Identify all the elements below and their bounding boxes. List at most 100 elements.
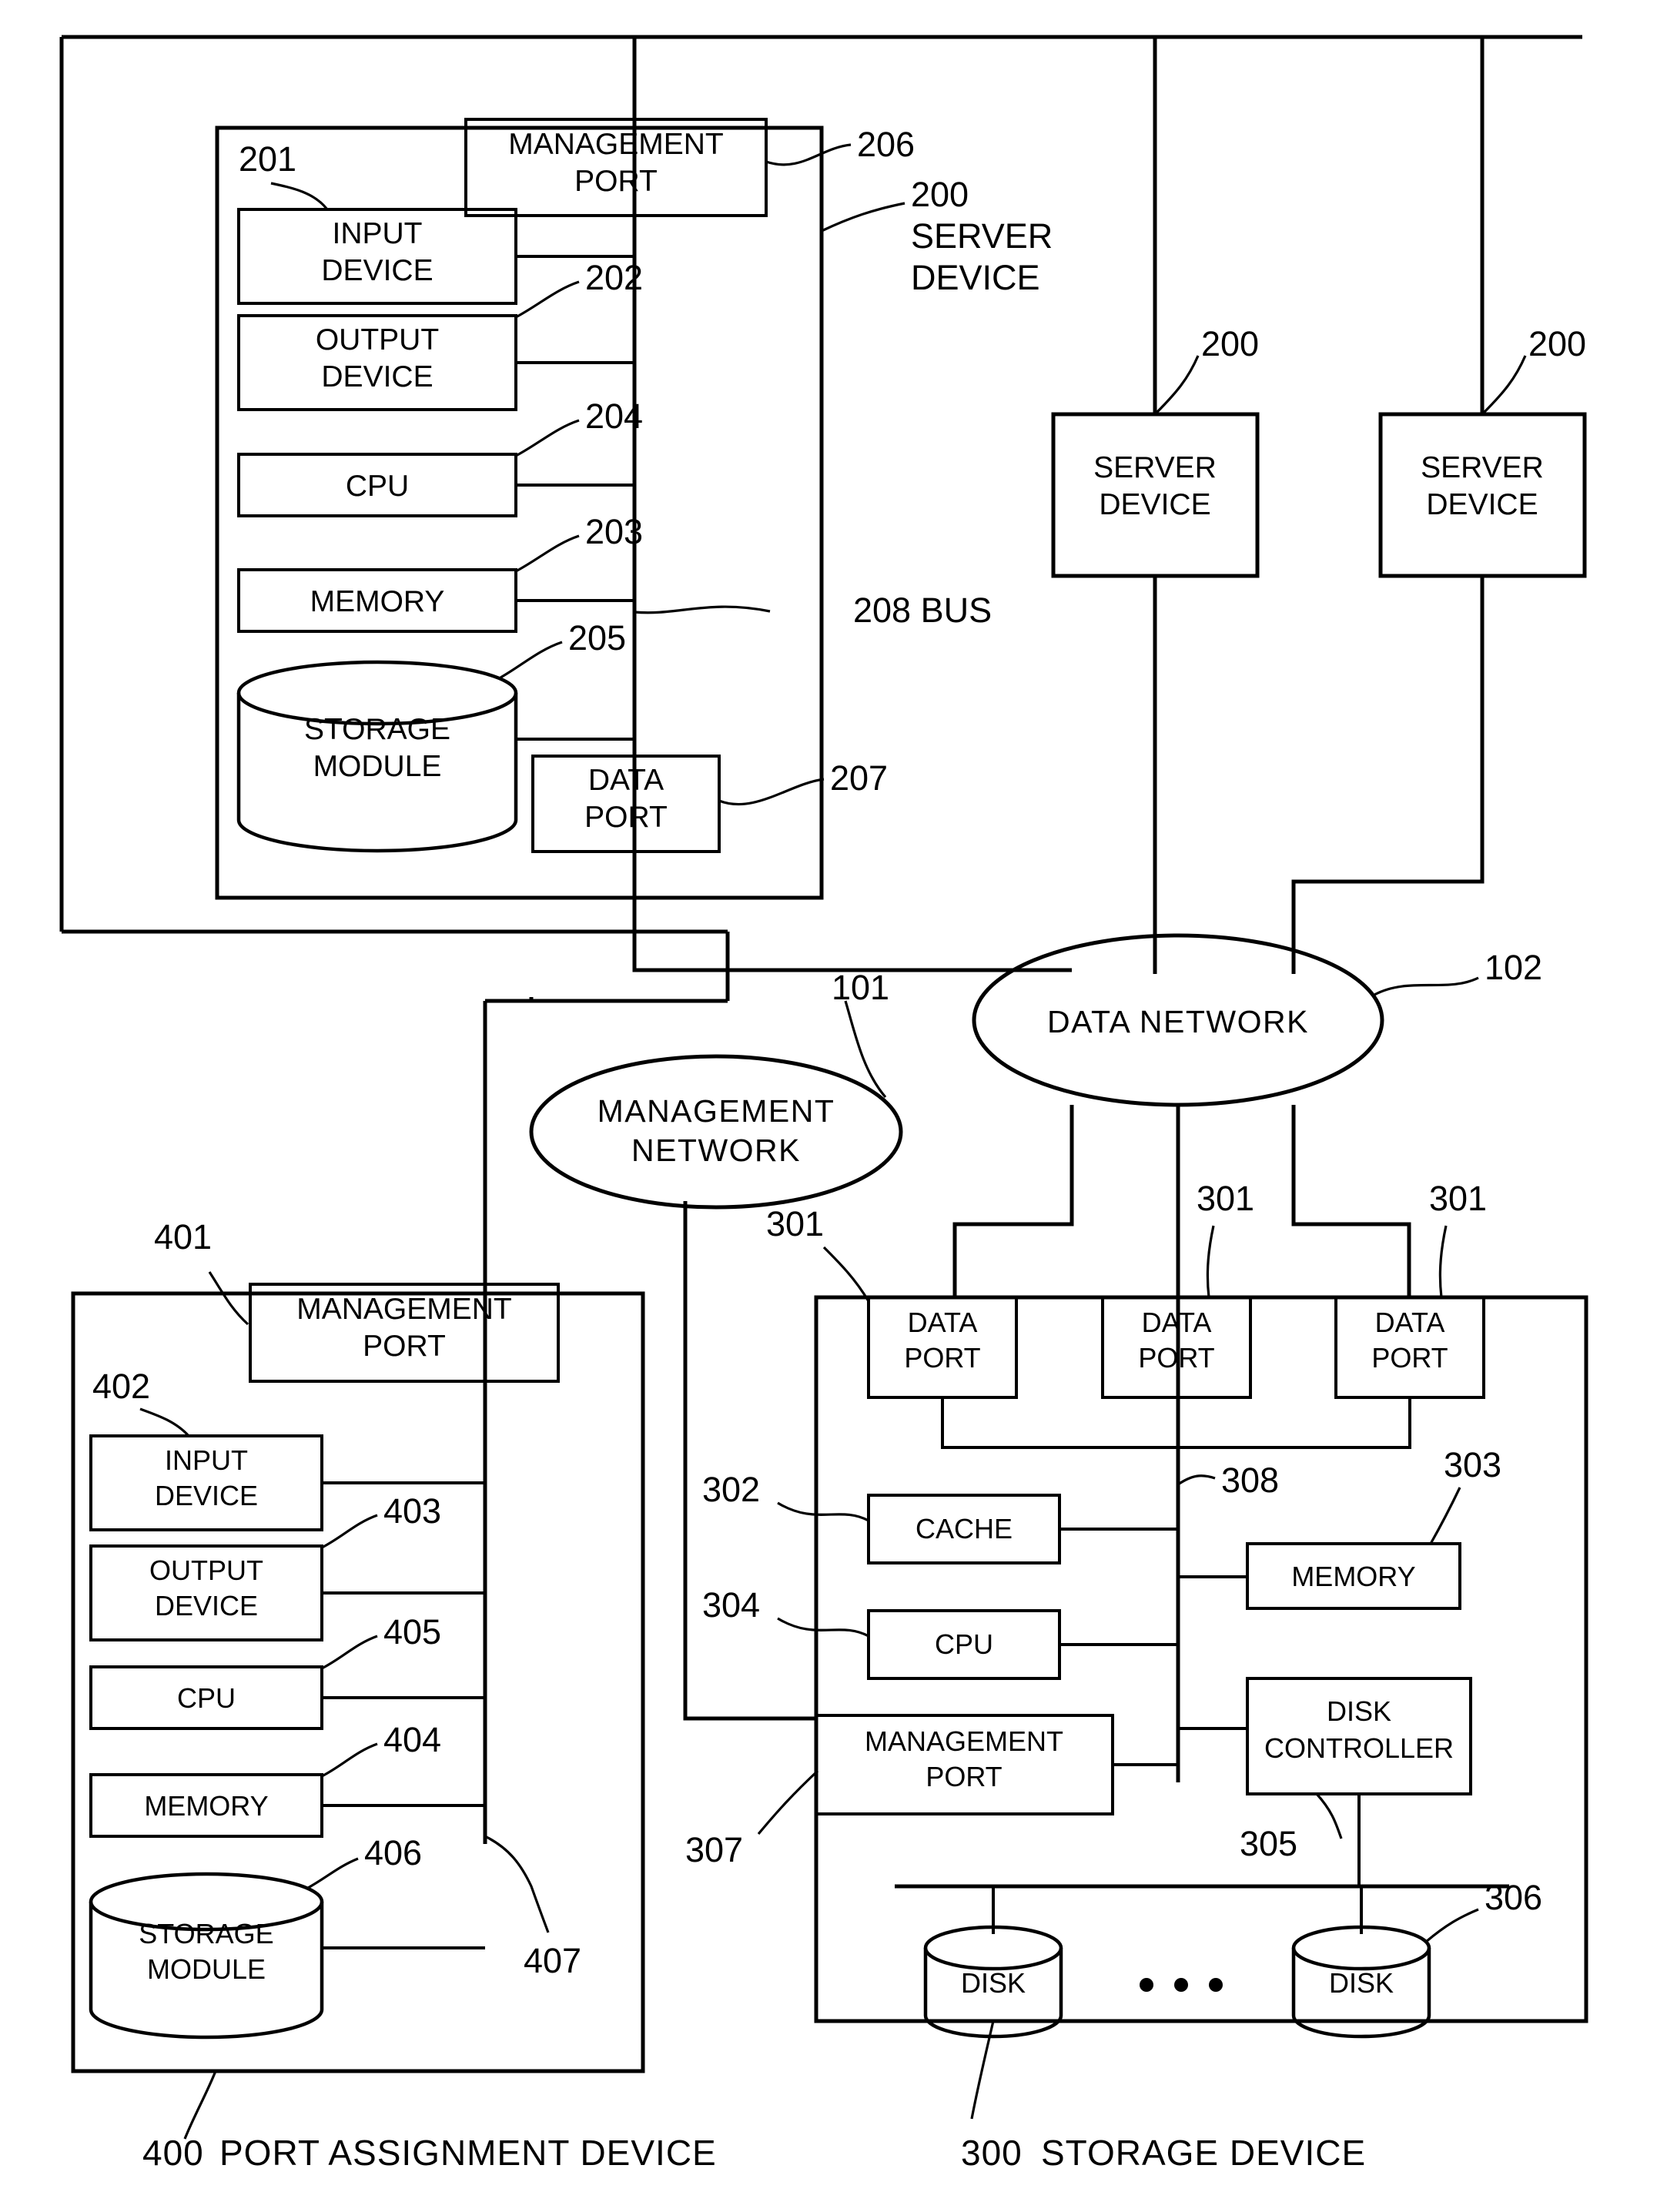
leader-405 — [321, 1635, 378, 1670]
storage-data-port-box-1[interactable]: DATA PORT — [867, 1296, 1018, 1399]
server-management-port-label-line2: PORT — [574, 165, 658, 198]
storage-management-port-label-line2: PORT — [926, 1761, 1002, 1792]
storage-memory-box[interactable]: MEMORY — [1246, 1542, 1461, 1610]
leader-206 — [765, 143, 852, 166]
storage-cpu-box[interactable]: CPU — [867, 1609, 1061, 1680]
ref-num-308: 308 — [1221, 1461, 1279, 1500]
pad-storage-module-label-line1: STORAGE — [139, 1918, 273, 1949]
storage-data-port-3-label-line2: PORT — [1371, 1342, 1448, 1374]
pad-memory-label: MEMORY — [144, 1790, 268, 1822]
storage-disk-right-label: DISK — [1329, 1967, 1394, 1999]
leader-203 — [515, 534, 580, 573]
leader-407 — [484, 1835, 550, 1933]
server-cpu-label: CPU — [346, 470, 409, 503]
server-device-extra-1[interactable]: SERVER DEVICE 200 — [1051, 37, 1260, 974]
server-device-200[interactable]: MANAGEMENT PORT 206 200 SERVER DEVICE IN… — [215, 37, 1072, 972]
storage-device-caption-text: STORAGE DEVICE — [1041, 2133, 1366, 2173]
server-storage-module-cylinder[interactable]: STORAGE MODULE — [236, 389, 518, 853]
leader-204 — [515, 419, 580, 457]
pad-output-device-box[interactable]: OUTPUT DEVICE — [89, 1544, 323, 1641]
port-assignment-device-caption-text: PORT ASSIGNMENT DEVICE — [219, 2133, 717, 2173]
ref-num-401: 401 — [154, 1217, 212, 1257]
pad-input-device-label-line2: DEVICE — [155, 1480, 258, 1511]
ref-num-307: 307 — [685, 1830, 743, 1869]
storage-data-port-1-label-line1: DATA — [908, 1307, 978, 1338]
ref-num-305: 305 — [1240, 1824, 1297, 1863]
ref-num-304: 304 — [702, 1585, 760, 1625]
storage-disk-right[interactable]: DISK — [1291, 1886, 1431, 2039]
extra-server-1-label-line2: DEVICE — [1099, 488, 1210, 521]
pad-output-device-label-line1: OUTPUT — [149, 1554, 263, 1586]
management-network-label-line2: NETWORK — [631, 1133, 801, 1168]
server-input-device-label-line1: INPUT — [333, 217, 423, 250]
server-data-port-label-line2: PORT — [584, 801, 668, 834]
disk-ellipsis — [1140, 1978, 1223, 1992]
server-input-device-box[interactable]: INPUT DEVICE — [237, 208, 517, 305]
server-management-port-box[interactable]: MANAGEMENT PORT — [464, 118, 768, 217]
ref-num-407: 407 — [524, 1941, 581, 1980]
leader-307 — [757, 1769, 819, 1836]
storage-management-port-box[interactable]: MANAGEMENT PORT — [815, 1714, 1114, 1815]
ref-num-301-2: 301 — [1197, 1179, 1254, 1218]
extra-server-2-label-line1: SERVER — [1421, 451, 1544, 484]
leader-400-caption — [183, 2070, 217, 2140]
server-management-port-label-line1: MANAGEMENT — [508, 128, 724, 161]
leader-205 — [500, 641, 563, 679]
ref-num-208-bus: 208 BUS — [853, 591, 992, 630]
server-cpu-box[interactable]: CPU — [237, 453, 517, 517]
server-output-device-label-line2: DEVICE — [321, 360, 433, 393]
ref-num-303: 303 — [1444, 1445, 1501, 1484]
leader-306 — [1424, 1908, 1479, 1943]
storage-device-caption-num: 300 — [961, 2133, 1023, 2173]
pad-storage-module-label-line2: MODULE — [147, 1953, 266, 1985]
pad-cpu-box[interactable]: CPU — [89, 1665, 323, 1730]
storage-cache-label: CACHE — [916, 1513, 1013, 1544]
leader-202 — [515, 280, 580, 319]
leader-302 — [777, 1501, 869, 1522]
leader-200-server — [821, 202, 905, 233]
ref-num-402: 402 — [92, 1367, 150, 1406]
storage-cache-box[interactable]: CACHE — [867, 1494, 1061, 1564]
server-storage-module-label-line1: STORAGE — [304, 713, 450, 746]
ref-num-200-server: 200 — [911, 175, 969, 214]
storage-disk-left[interactable]: DISK — [923, 1886, 1063, 2039]
ref-num-205: 205 — [568, 618, 626, 658]
ref-num-403: 403 — [383, 1491, 441, 1531]
server-memory-box[interactable]: MEMORY — [237, 568, 517, 633]
storage-disk-controller-box[interactable]: DISK CONTROLLER — [1246, 1677, 1472, 1795]
ref-num-302: 302 — [702, 1470, 760, 1509]
ref-num-306: 306 — [1485, 1878, 1542, 1917]
data-network-node[interactable]: DATA NETWORK — [972, 933, 1384, 1107]
leader-303 — [1429, 1487, 1461, 1544]
pad-memory-box[interactable]: MEMORY — [89, 1773, 323, 1838]
pad-storage-module-cylinder[interactable]: STORAGE MODULE — [89, 1872, 324, 2040]
leader-301-1 — [822, 1246, 870, 1302]
management-network-node[interactable]: MANAGEMENT NETWORK — [529, 1054, 903, 1210]
storage-cpu-label: CPU — [935, 1628, 993, 1660]
ref-num-203: 203 — [585, 512, 643, 551]
ref-num-207: 207 — [830, 758, 888, 798]
pad-management-port-box[interactable]: MANAGEMENT PORT — [249, 1283, 560, 1383]
server-output-device-box[interactable]: OUTPUT DEVICE — [237, 314, 517, 411]
port-assignment-device-400[interactable]: MANAGEMENT PORT 401 INPUT DEVICE 402 OUT… — [71, 1217, 717, 2173]
server-memory-label: MEMORY — [310, 585, 445, 618]
pad-input-device-box[interactable]: INPUT DEVICE — [89, 1434, 323, 1531]
server-input-device-label-line2: DEVICE — [321, 254, 433, 287]
pad-management-port-label-line2: PORT — [363, 1330, 446, 1363]
management-network-label-line1: MANAGEMENT — [598, 1093, 835, 1129]
server-data-port-label-line1: DATA — [588, 764, 664, 797]
storage-data-port-box-3[interactable]: DATA PORT — [1334, 1296, 1485, 1399]
server-data-port-box[interactable]: DATA PORT — [531, 755, 721, 853]
server-device-extra-2[interactable]: SERVER DEVICE 200 — [1291, 37, 1587, 974]
ref-num-200-extra-1: 200 — [1201, 324, 1259, 363]
pad-input-device-label-line1: INPUT — [165, 1444, 248, 1476]
leader-200-extra-1 — [1153, 355, 1200, 416]
ref-num-301-1: 301 — [766, 1204, 824, 1243]
ref-num-206: 206 — [857, 125, 915, 164]
server-output-device-label-line1: OUTPUT — [316, 323, 439, 356]
ref-num-405: 405 — [383, 1612, 441, 1651]
leader-304 — [777, 1617, 869, 1638]
ref-num-404: 404 — [383, 1720, 441, 1759]
ref-num-301-3: 301 — [1429, 1179, 1487, 1218]
storage-device-300[interactable]: DATA PORT 301 DATA PORT 301 DATA PORT 30… — [685, 1179, 1588, 2173]
